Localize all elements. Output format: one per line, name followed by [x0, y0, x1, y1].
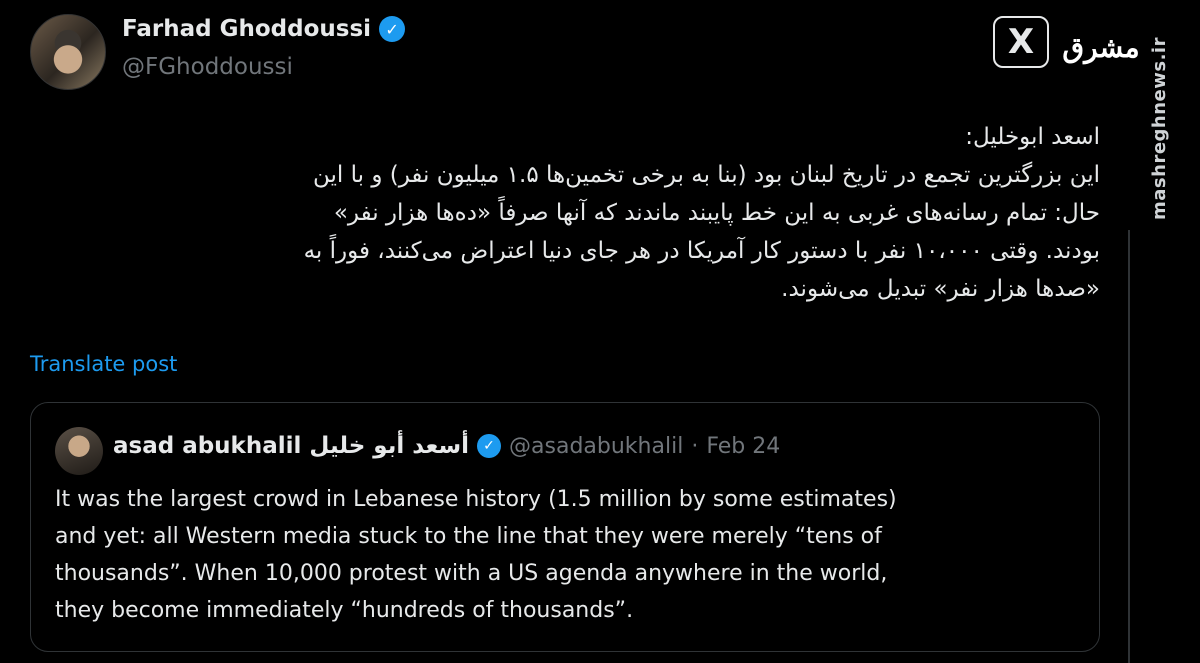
author-avatar[interactable] — [30, 14, 106, 90]
quoted-line: It was the largest crowd in Lebanese his… — [55, 487, 897, 512]
quoted-line: thousands”. When 10,000 protest with a U… — [55, 561, 888, 586]
quoted-header: asad abukhalil أسعد أبو خليل ✓ @asadabuk… — [113, 433, 780, 459]
post-text: اسعد ابوخلیل: این بزرگترین تجمع در تاریخ… — [40, 118, 1100, 308]
quoted-date[interactable]: Feb 24 — [706, 434, 780, 459]
mashregh-logo: مشرق — [1062, 31, 1140, 64]
author-handle[interactable]: @FGhoddoussi — [122, 54, 293, 80]
post-line: بودند. وقتی ۱۰،۰۰۰ نفر با دستور کار آمری… — [303, 238, 1100, 264]
quoted-author-avatar[interactable] — [55, 427, 103, 475]
quoted-author-name[interactable]: asad abukhalil أسعد أبو خليل — [113, 433, 469, 459]
post-line: حال: تمام رسانه‌های غربی به این خط پایبن… — [333, 200, 1100, 226]
site-url-text: mashreghnews.ir — [1148, 36, 1170, 220]
quoted-line: they become immediately “hundreds of tho… — [55, 598, 634, 623]
post-line: این بزرگترین تجمع در تاریخ لبنان بود (بن… — [313, 162, 1100, 188]
verified-check-icon: ✓ — [477, 434, 502, 458]
quoted-text: It was the largest crowd in Lebanese his… — [55, 481, 1075, 629]
tweet-screenshot: Farhad Ghoddoussi ✓ @FGhoddoussi X مشرق … — [0, 0, 1200, 663]
quoted-author-handle[interactable]: @asadabukhalil — [509, 434, 683, 459]
verified-check-icon: ✓ — [379, 16, 406, 42]
author-display-name[interactable]: Farhad Ghoddoussi — [122, 16, 371, 42]
divider — [1128, 230, 1130, 663]
x-logo-icon: X — [993, 16, 1049, 68]
quoted-line: and yet: all Western media stuck to the … — [55, 524, 882, 549]
post-line: «صدها هزار نفر» تبدیل می‌شوند. — [781, 276, 1100, 302]
quoted-tweet[interactable]: asad abukhalil أسعد أبو خليل ✓ @asadabuk… — [30, 402, 1100, 652]
site-url-watermark: mashreghnews.ir — [1144, 28, 1174, 228]
separator-dot: · — [691, 433, 699, 459]
translate-post-link[interactable]: Translate post — [30, 352, 177, 376]
post-line: اسعد ابوخلیل: — [965, 124, 1100, 150]
author-name-row: Farhad Ghoddoussi ✓ — [122, 16, 406, 42]
